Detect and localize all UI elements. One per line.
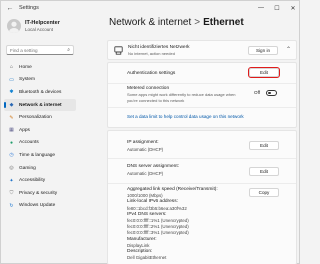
- sidebar-item-privacy-security[interactable]: ⛉ Privacy & security: [4, 187, 76, 200]
- breadcrumb-parent[interactable]: Network & internet: [109, 17, 191, 28]
- sidebar-item-label: System: [19, 77, 35, 83]
- bluetooth-icon: ✱: [9, 89, 14, 96]
- sidebar-item-network-internet[interactable]: ◆ Network & internet: [4, 98, 76, 112]
- dns-edit-button[interactable]: Edit: [249, 167, 279, 176]
- sidebar-item-apps[interactable]: ▦ Apps: [4, 124, 76, 137]
- sidebar-item-accessibility[interactable]: ✦ Accessibility: [4, 174, 76, 187]
- network-icon: ◆: [9, 102, 14, 109]
- user-profile[interactable]: IT-Helpcenter Local Account: [7, 19, 60, 33]
- connection-details: Aggregated link speed (Receive/Transmit)…: [127, 187, 218, 261]
- brush-icon: ✎: [9, 114, 14, 121]
- sidebar-item-home[interactable]: ⌂ Home: [4, 61, 76, 74]
- page-title: Network & internet > Ethernet: [109, 17, 244, 28]
- metered-connection-toggle[interactable]: [266, 90, 277, 96]
- detail-value: Dell GigabitEthernet: [127, 255, 167, 261]
- sidebar-item-label: Accessibility: [19, 178, 46, 184]
- search-placeholder: Find a setting: [10, 47, 38, 53]
- sidebar-item-windows-update[interactable]: ↻ Windows Update: [4, 200, 76, 213]
- copy-button[interactable]: Copy: [249, 188, 279, 197]
- system-icon: ▭: [9, 76, 14, 83]
- sidebar-item-system[interactable]: ▭ System: [4, 74, 76, 87]
- sidebar: IT-Helpcenter Local Account Find a setti…: [1, 15, 79, 264]
- sidebar-item-label: Bluetooth & devices: [19, 89, 62, 95]
- gaming-icon: ◎: [9, 165, 14, 172]
- sidebar-item-label: Apps: [19, 127, 30, 133]
- home-icon: ⌂: [9, 64, 14, 71]
- back-arrow-icon[interactable]: ←: [5, 5, 15, 12]
- metered-state-label: Off: [254, 90, 261, 95]
- search-input[interactable]: Find a setting ⌕: [6, 45, 74, 55]
- settings-window: ← Settings — ☐ ✕ IT-Helpcenter Local Acc…: [0, 0, 300, 264]
- sidebar-item-accounts[interactable]: ● Accounts: [4, 137, 76, 150]
- sidebar-item-label: Gaming: [19, 165, 36, 171]
- search-icon: ⌕: [67, 47, 70, 53]
- metered-description-line-2: you're connected to this network: [127, 98, 185, 103]
- sidebar-item-label: Windows Update: [19, 203, 56, 209]
- update-icon: ↻: [9, 202, 14, 209]
- network-name: Nicht identifiziertes Netzwerk: [128, 45, 190, 50]
- globe-clock-icon: ◷: [9, 152, 14, 159]
- sidebar-item-label: Network & internet: [19, 102, 62, 108]
- sidebar-item-label: Home: [19, 64, 32, 70]
- authentication-edit-button[interactable]: Edit: [248, 67, 280, 78]
- sidebar-item-label: Privacy & security: [19, 190, 58, 196]
- breadcrumb-separator: >: [194, 17, 201, 28]
- ip-details-card: IP assignment: Automatic (DHCP) Edit DNS…: [107, 130, 297, 264]
- sidebar-item-time-language[interactable]: ◷ Time & language: [4, 149, 76, 162]
- user-name: IT-Helpcenter: [25, 20, 60, 26]
- divider: [108, 183, 296, 184]
- avatar: [7, 19, 21, 33]
- ethernet-icon: [114, 46, 123, 55]
- dns-assignment-value: Automatic (DHCP): [127, 171, 164, 176]
- sidebar-item-label: Personalization: [19, 115, 52, 121]
- data-limit-link[interactable]: Set a data limit to help control data us…: [127, 114, 244, 119]
- metered-description-line-1: Some apps might work differently to redu…: [127, 92, 236, 97]
- network-card[interactable]: Nicht identifiziertes Netzwerk No intern…: [107, 40, 297, 60]
- dns-assignment-label: DNS server assignment:: [127, 164, 179, 169]
- divider: [108, 107, 296, 108]
- window-title: Settings: [19, 5, 39, 11]
- connection-settings-card: Authentication settings Edit Metered con…: [107, 62, 297, 128]
- shield-icon: ⛉: [9, 190, 14, 197]
- breadcrumb-current: Ethernet: [203, 17, 244, 28]
- maximize-icon[interactable]: ☐: [269, 1, 285, 15]
- window-controls: — ☐ ✕: [253, 1, 301, 15]
- sidebar-item-personalization[interactable]: ✎ Personalization: [4, 111, 76, 124]
- divider: [108, 158, 296, 159]
- apps-icon: ▦: [9, 127, 14, 134]
- sidebar-item-label: Time & language: [19, 152, 56, 158]
- ip-assignment-label: IP assignment:: [127, 140, 159, 145]
- title-bar: ← Settings — ☐ ✕: [1, 1, 301, 15]
- sidebar-item-gaming[interactable]: ◎ Gaming: [4, 162, 76, 175]
- user-icon: [9, 21, 19, 33]
- sidebar-item-label: Accounts: [19, 140, 39, 146]
- minimize-icon[interactable]: —: [253, 1, 269, 15]
- network-status: No internet, action needed: [128, 51, 175, 56]
- sign-in-button[interactable]: Sign in: [248, 46, 278, 55]
- sidebar-nav: ⌂ Home ▭ System ✱ Bluetooth & devices ◆ Network…: [4, 61, 76, 212]
- sidebar-item-bluetooth-devices[interactable]: ✱ Bluetooth & devices: [4, 86, 76, 99]
- authentication-settings-label: Authentication settings: [127, 71, 176, 76]
- ip-edit-button[interactable]: Edit: [249, 141, 279, 150]
- metered-connection-label: Metered connection: [127, 86, 170, 91]
- accounts-icon: ●: [9, 139, 14, 146]
- ip-assignment-value: Automatic (DHCP): [127, 147, 164, 152]
- account-type: Local Account: [25, 27, 54, 32]
- close-icon[interactable]: ✕: [285, 1, 301, 15]
- main-content: Network & internet > Ethernet Nicht identi…: [81, 15, 299, 264]
- divider: [108, 83, 296, 84]
- chevron-up-icon[interactable]: ⌃: [286, 46, 291, 53]
- accessibility-icon: ✦: [9, 177, 14, 184]
